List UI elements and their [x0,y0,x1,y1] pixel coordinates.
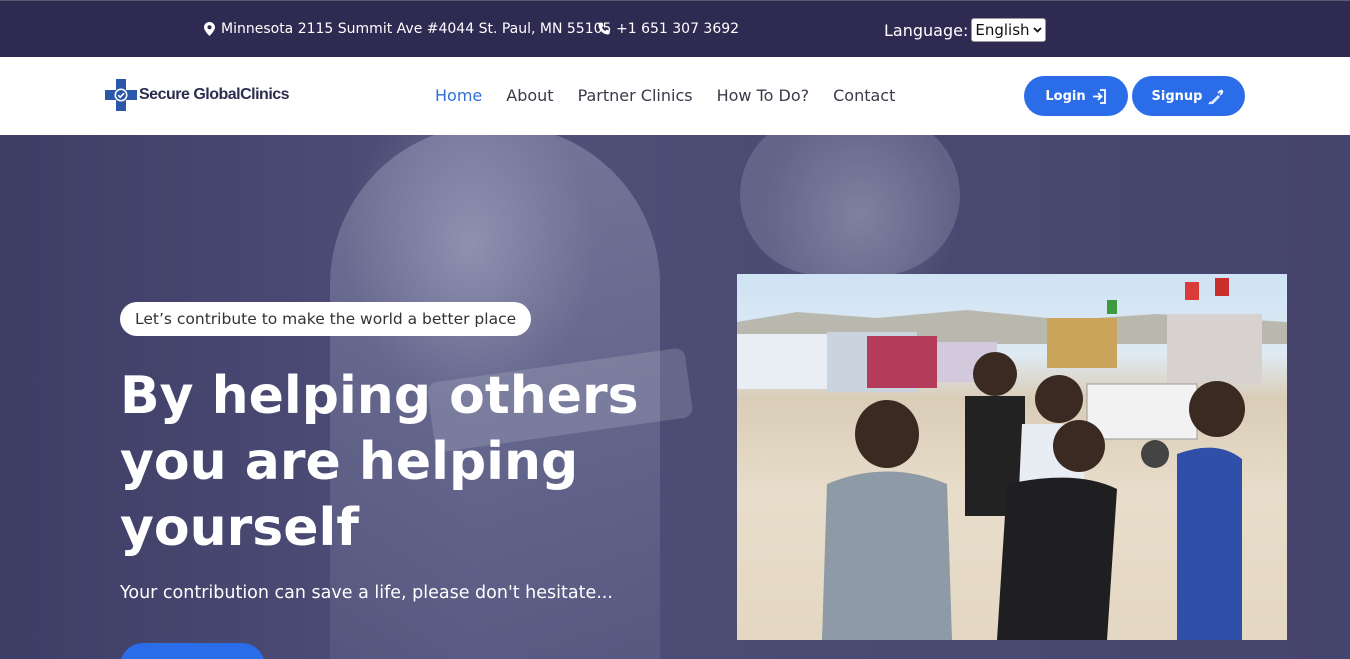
login-arrow-icon [1092,88,1107,104]
primary-nav: Home About Partner Clinics How To Do? Co… [435,86,895,105]
hero-photo-children [737,274,1287,640]
hero-section: Let’s contribute to make the world a bet… [0,135,1350,659]
top-info-bar: Minnesota 2115 Summit Ave #4044 St. Paul… [0,0,1350,57]
login-button[interactable]: Login [1024,76,1128,116]
signup-button[interactable]: Signup [1132,76,1245,116]
chevron-down-icon [1032,27,1042,33]
site-logo[interactable]: Secure GlobalClinics [105,79,290,111]
nav-link-home[interactable]: Home [435,86,482,105]
address-text: Minnesota 2115 Summit Ave #4044 St. Paul… [221,21,612,37]
syringe-icon [1208,88,1225,105]
signup-button-label: Signup [1151,88,1203,104]
hero-tagline-pill: Let’s contribute to make the world a bet… [120,302,532,336]
login-button-label: Login [1045,88,1086,104]
language-selector: Language: English [884,18,1046,42]
nav-link-partner-clinics[interactable]: Partner Clinics [578,86,693,105]
nav-link-how-to-do[interactable]: How To Do? [717,86,810,105]
logo-text: Secure GlobalClinics [139,86,290,103]
hero-tagline: Let’s contribute to make the world a bet… [135,310,517,328]
language-label: Language: [884,20,969,40]
phone-text[interactable]: +1 651 307 3692 [616,21,739,37]
language-selected-value: English [975,21,1030,39]
nav-link-contact[interactable]: Contact [833,86,895,105]
hero-headline: By helping others you are helping yourse… [120,366,639,558]
phone-info: +1 651 307 3692 [598,21,739,37]
map-pin-icon [204,22,215,36]
hero-cta-button[interactable] [120,643,265,659]
medical-cross-logo-icon [105,79,137,111]
children-photo-illustration [737,278,1287,640]
phone-icon [598,22,610,36]
background-surgeon-figure [740,135,960,275]
nav-link-about[interactable]: About [506,86,553,105]
language-select[interactable]: English [971,18,1046,42]
main-navbar: Secure GlobalClinics Home About Partner … [0,57,1350,135]
hero-subtitle: Your contribution can save a life, pleas… [120,583,613,603]
address-info: Minnesota 2115 Summit Ave #4044 St. Paul… [204,21,611,37]
